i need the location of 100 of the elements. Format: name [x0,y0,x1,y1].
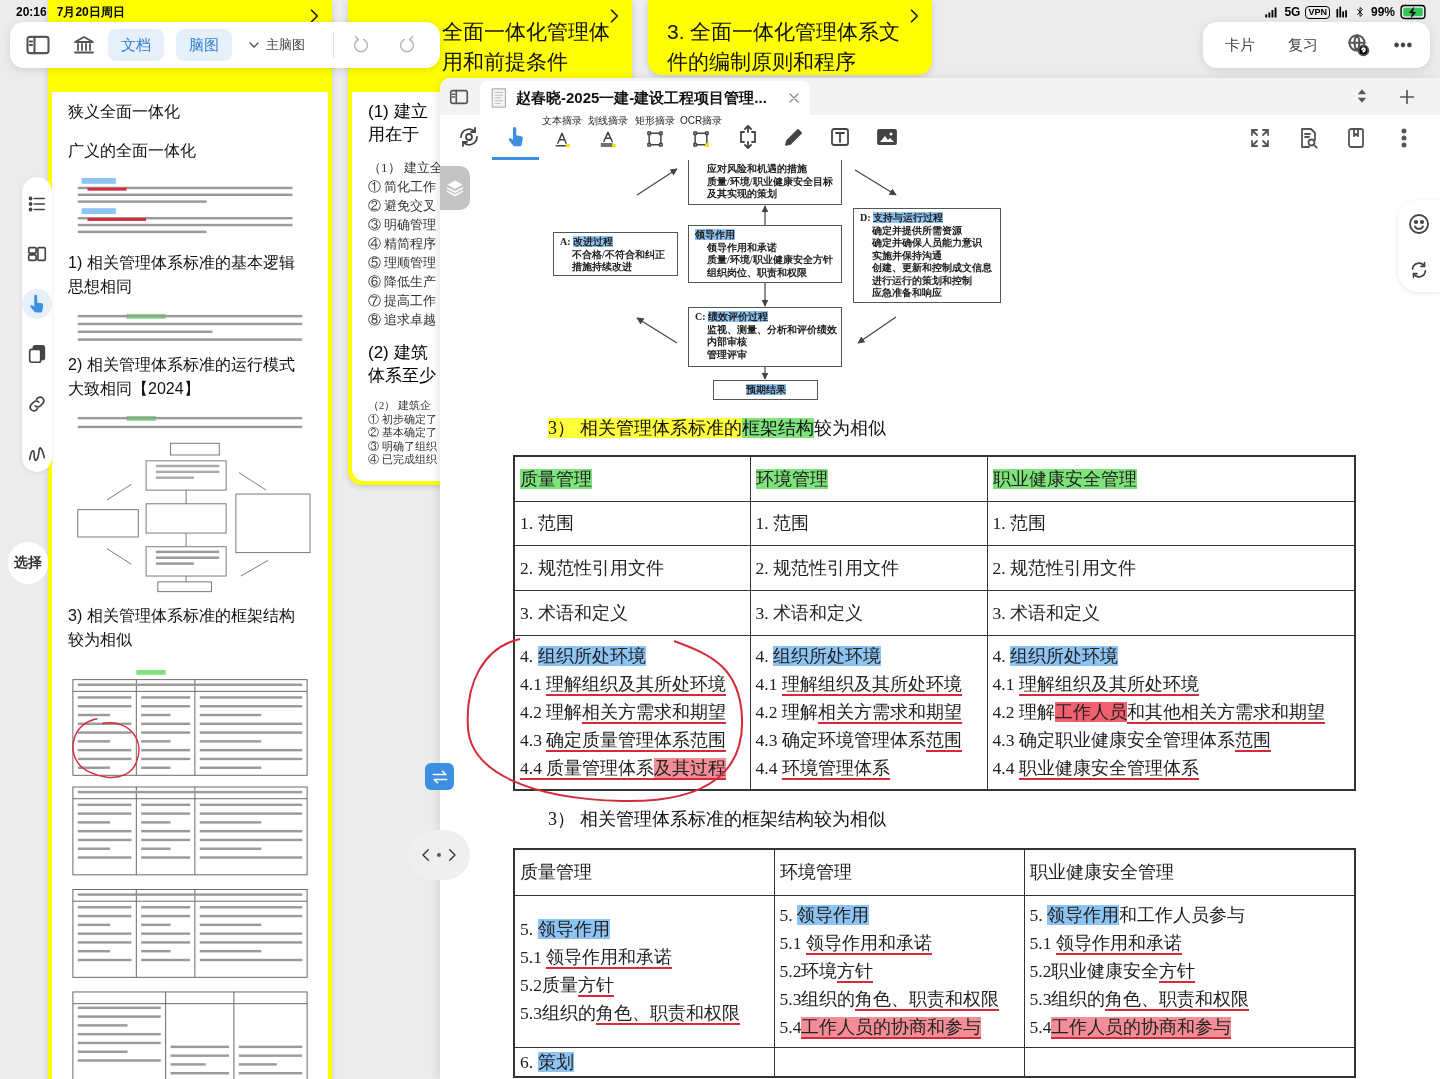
diagram-text: 不合格/不符合和纠正 [571,248,666,261]
tool-button[interactable]: 文本摘录 [538,115,586,160]
network-label: 5G [1284,5,1301,19]
cell-text: 4.4 质量管理体系及其过程 [520,757,727,783]
heading-text: 狭义全面一体化 [68,102,181,122]
diagram-text: 应急准备和响应 [871,287,943,300]
heading-text: 1) 相关管理体系标准的基本逻辑思想相同 [68,253,296,297]
note-text: 体系至少 [368,365,436,387]
cell-text: 3. 术语和定义 [992,601,1100,625]
note-text: ⑦ 提高工作 [368,292,437,310]
cell-text: 4. 组织所处环境 [992,645,1118,669]
cell-text: 1. 范围 [520,512,574,535]
cell-text: 5. 领导作用和工作人员参与 [1029,904,1245,927]
note-text: (1) 建立 [368,101,428,123]
cell-text: 5.1 领导作用和承诺 [1029,932,1182,957]
section-heading: 3） 相关管理体系标准的框架结构较为相似 [548,808,886,831]
diagram-text: 确定并确保人员能力意识 [871,237,983,250]
arrow [761,205,769,226]
diagram-text: 进行运行的策划和控制 [871,274,973,287]
cell-text: 5. 领导作用 [779,904,869,927]
cell-text: 质量管理 [520,467,592,491]
cell-text: 环境管理 [779,861,852,885]
cell-text: 5. 领导作用 [520,918,610,941]
note-text: ⑥ 降低生产 [368,273,437,291]
smiley-icon[interactable] [1407,211,1431,236]
cell-text: 4.2 理解相关方需求和期望 [520,701,727,727]
diagram-text: 及其实现的策划 [706,188,778,201]
bars-icon [1334,5,1349,19]
cell-text: 5.3组织的角色、职责和权限 [520,1002,740,1027]
cell-text: 2. 规范性引用文件 [520,556,664,580]
cell-text: 5.4工作人员的协商和参与 [779,1016,982,1041]
cell-text: 2. 规范性引用文件 [992,556,1136,580]
arrow [854,169,897,196]
card-title-text: 3. 全面一体化管理体系文 [667,19,902,45]
cell-text: 4. 组织所处环境 [520,645,646,669]
cell-text: 5.2质量方针 [520,974,614,999]
copy-icon [26,343,48,365]
heading-text: 2) 相关管理体系标准的运行模式大致相同【2024】 [68,355,296,399]
diagram-text: 预期结果 [745,383,786,397]
arrow [857,316,897,344]
note-text: ⑤ 理顺管理 [368,254,437,272]
note-text: （2） 建筑企 [368,399,431,413]
document-tab[interactable]: 赵春晓-2025一建-建设工程项目管理... [480,81,810,115]
diagram-text: 确定并提供所需资源 [871,224,963,237]
cell-text: 5.2环境方针 [779,960,874,985]
toolbar-button[interactable]: 复习 [1282,31,1325,59]
view-tab[interactable]: 脑图 [176,29,232,61]
arrow [761,366,769,380]
cell-text: 1. 范围 [992,512,1046,535]
layers-icon [445,178,465,198]
cell-text: 6. 策划 [520,1050,574,1074]
note-text: ⑧ 追求卓越 [368,311,437,329]
diagram-text: C: 绩效评价过程 [695,311,770,324]
card-title-text: 件的编制原则和程序 [667,49,857,75]
diagram-text: 领导作用和承诺 [706,241,778,254]
cell-text: 4.2 理解相关方需求和期望 [755,701,962,727]
section-heading: 3） 相关管理体系标准的框架结构较为相似 [548,417,886,440]
cell-text: 5.3组织的角色、职责和权限 [779,988,1000,1013]
tool-button[interactable]: OCR摘录 [677,115,725,160]
cell-text: 职业健康安全管理 [1029,861,1174,885]
cell-text: 5.2职业健康安全方针 [1029,960,1196,985]
dot-icon [437,853,441,857]
diagram-text: 监视、测量、分析和评价绩效 [706,323,835,336]
cell-text: 4.1 理解组织及其所处环境 [755,673,962,699]
diagram-text: 内部审核 [706,336,748,349]
cell-text: 4.4 环境管理体系 [755,757,890,783]
diagram-text: 应对风险和机遇的措施 [706,163,808,176]
cell-text: 5.1 领导作用和承诺 [520,946,673,971]
cell-text: 4. 组织所处环境 [755,645,881,669]
cell-text: 5.1 领导作用和承诺 [779,932,932,957]
diagram-text: 组织岗位、职责和权限 [706,266,808,279]
card-title-text: 全面一体化管理体 [442,19,611,45]
cell-text: 5.4工作人员的协商和参与 [1029,1016,1232,1041]
note-text: ① 简化工作 [368,178,437,196]
note-text: ③ 明确管理 [368,216,437,234]
battery-percent: 99% [1370,5,1395,19]
diagram-text: A: 改进过程 [560,236,615,249]
link-icon [26,393,48,415]
cell-text: 1. 范围 [755,512,809,535]
diagram-text: 质量/环境/职业健康安全方针 [706,254,834,267]
diagram-text: 质量/环境/职业健康安全目标 [706,175,834,188]
map-selector[interactable]: 主脑图 [242,29,309,61]
cell-text: 4.3 确定职业健康安全管理体系范围 [992,729,1271,755]
arrow [761,282,769,307]
note-text: ② 基本确定了 [368,426,437,440]
diagram-text: 创建、更新和控制成文信息 [871,262,993,275]
note-text: ④ 精简程序 [368,235,437,253]
cell-text: 4.1 理解组织及其所处环境 [992,673,1199,699]
toolbar-button[interactable]: 卡片 [1219,31,1262,59]
swap-button[interactable] [425,763,454,790]
tool-button[interactable]: 划线摘录 [585,115,632,160]
select-button[interactable]: 选择 [8,542,48,584]
cell-text: 4.3 确定环境管理体系范围 [755,729,962,755]
view-tab[interactable]: 文档 [108,29,164,61]
arrow [636,317,678,344]
tool-button[interactable]: 矩形摘录 [631,115,678,160]
note-text: (2) 建筑 [368,342,428,364]
cell-text: 4.4 职业健康安全管理体系 [992,757,1199,783]
diagram-text: D: 支持与运行过程 [860,212,945,225]
diagram-text: 管理评审 [706,348,748,361]
